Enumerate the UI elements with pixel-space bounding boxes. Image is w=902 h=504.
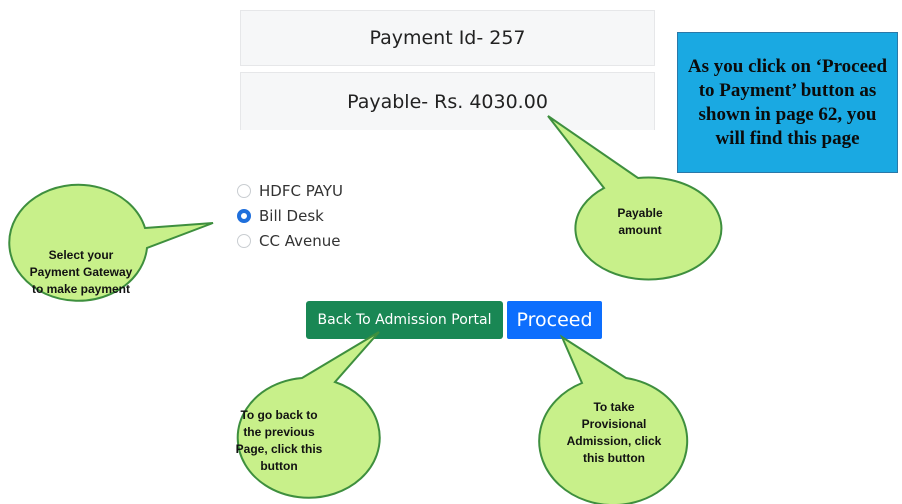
payable-callout-text: Payable amount bbox=[617, 206, 663, 237]
proceed-callout-text: To take Provisional Admission, click thi… bbox=[566, 400, 662, 465]
gateway-callout-text: Select your Payment Gateway to make paym… bbox=[29, 247, 133, 296]
back-callout-text: To go back to the previous Page, click t… bbox=[235, 408, 323, 473]
payable-callout-bubble bbox=[547, 115, 723, 281]
